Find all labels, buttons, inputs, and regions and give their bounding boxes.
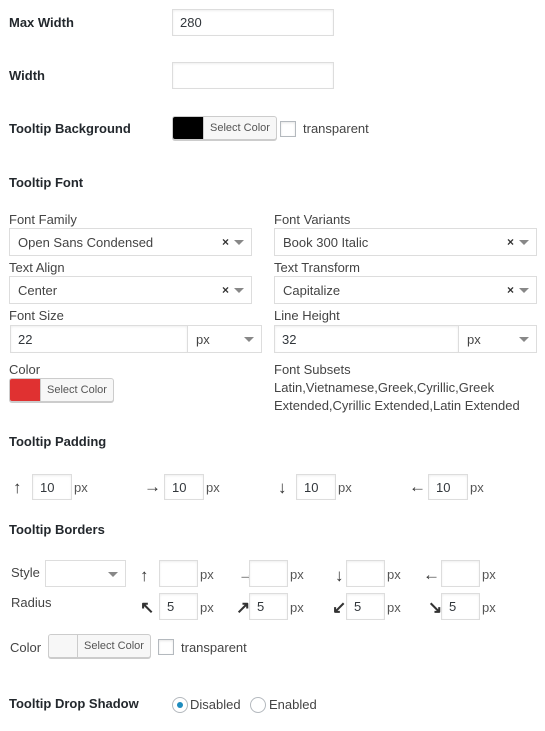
- shadow-enabled-radio[interactable]: [250, 697, 266, 713]
- shadow-disabled-radio[interactable]: [172, 697, 188, 713]
- text-align-select[interactable]: Center ×: [9, 276, 252, 304]
- width-input[interactable]: [172, 62, 334, 89]
- clear-icon[interactable]: ×: [507, 283, 514, 297]
- unit-label: px: [290, 600, 304, 615]
- background-transparent-checkbox[interactable]: [280, 121, 296, 137]
- radius-bottom-right-input[interactable]: 5: [441, 593, 480, 620]
- color-swatch: [173, 117, 204, 139]
- width-label: Width: [9, 68, 45, 83]
- select-color-button[interactable]: Select Color: [204, 117, 276, 139]
- color-swatch: [49, 635, 78, 657]
- font-variants-select[interactable]: Book 300 Italic ×: [274, 228, 537, 256]
- arrow-down-icon: ↓: [335, 566, 344, 585]
- border-top-input[interactable]: [159, 560, 198, 587]
- font-family-value: Open Sans Condensed: [18, 234, 154, 250]
- border-style-label: Style: [11, 565, 40, 580]
- font-subsets-line2: Extended,Cyrillic Extended,Latin Extende…: [274, 398, 520, 413]
- border-color-label: Color: [10, 640, 42, 655]
- font-size-input[interactable]: 22: [10, 325, 188, 353]
- padding-right-input[interactable]: 10: [164, 474, 204, 500]
- color-swatch: [10, 379, 41, 401]
- chevron-down-icon: [234, 288, 244, 293]
- unit-label: px: [290, 567, 304, 582]
- text-align-label: Text Align: [9, 260, 65, 275]
- font-variants-label: Font Variants: [274, 212, 351, 227]
- tooltip-drop-shadow-label: Tooltip Drop Shadow: [9, 696, 139, 711]
- unit-label: px: [387, 600, 401, 615]
- unit-label: px: [200, 600, 214, 615]
- chevron-down-icon: [519, 240, 529, 245]
- unit-label: px: [338, 480, 352, 495]
- select-color-button[interactable]: Select Color: [41, 379, 113, 401]
- arrow-down-icon: ↓: [278, 478, 287, 497]
- border-bottom-input[interactable]: [346, 560, 385, 587]
- shadow-disabled-label: Disabled: [190, 697, 241, 712]
- font-family-label: Font Family: [9, 212, 77, 227]
- unit-value: px: [196, 331, 210, 347]
- font-size-unit-select[interactable]: px: [187, 325, 262, 353]
- radius-top-right-input[interactable]: 5: [249, 593, 288, 620]
- arrow-down-left-icon: ↙: [332, 598, 347, 617]
- padding-bottom-input[interactable]: 10: [296, 474, 336, 500]
- unit-label: px: [387, 567, 401, 582]
- chevron-down-icon: [244, 337, 254, 342]
- font-size-label: Font Size: [9, 308, 64, 323]
- padding-top-input[interactable]: 10: [32, 474, 72, 500]
- arrow-left-icon: ←: [409, 477, 426, 496]
- border-style-select[interactable]: [45, 560, 126, 587]
- unit-label: px: [482, 567, 496, 582]
- radius-top-left-input[interactable]: 5: [159, 593, 198, 620]
- background-color-picker[interactable]: Select Color: [172, 116, 277, 140]
- border-transparent-checkbox[interactable]: [158, 639, 174, 655]
- max-width-input[interactable]: 280: [172, 9, 334, 36]
- select-color-button[interactable]: Select Color: [78, 635, 150, 657]
- max-width-label: Max Width: [9, 15, 74, 30]
- unit-value: px: [467, 331, 481, 347]
- font-color-picker[interactable]: Select Color: [9, 378, 114, 402]
- chevron-down-icon: [234, 240, 244, 245]
- line-height-input[interactable]: 32: [274, 325, 459, 353]
- border-left-input[interactable]: [441, 560, 480, 587]
- unit-label: px: [482, 600, 496, 615]
- radius-bottom-left-input[interactable]: 5: [346, 593, 385, 620]
- arrow-up-left-icon: ↖: [140, 598, 155, 617]
- line-height-label: Line Height: [274, 308, 340, 323]
- text-transform-select[interactable]: Capitalize ×: [274, 276, 537, 304]
- arrow-right-icon: →: [144, 477, 161, 496]
- border-color-picker[interactable]: Select Color: [48, 634, 151, 658]
- unit-label: px: [74, 480, 88, 495]
- arrow-up-icon: ↑: [13, 478, 22, 497]
- font-variants-value: Book 300 Italic: [283, 234, 369, 250]
- clear-icon[interactable]: ×: [222, 235, 229, 249]
- chevron-down-icon: [519, 337, 529, 342]
- tooltip-padding-heading: Tooltip Padding: [9, 434, 107, 449]
- font-subsets-label: Font Subsets: [274, 362, 351, 377]
- font-subsets-line1: Latin,Vietnamese,Greek,Cyrillic,Greek: [274, 380, 495, 395]
- text-align-value: Center: [18, 282, 58, 298]
- text-transform-value: Capitalize: [283, 282, 341, 298]
- border-right-input[interactable]: [249, 560, 288, 587]
- font-color-label: Color: [9, 362, 41, 377]
- chevron-down-icon: [519, 288, 529, 293]
- clear-icon[interactable]: ×: [222, 283, 229, 297]
- unit-label: px: [206, 480, 220, 495]
- unit-label: px: [200, 567, 214, 582]
- padding-left-input[interactable]: 10: [428, 474, 468, 500]
- tooltip-font-heading: Tooltip Font: [9, 175, 84, 190]
- line-height-unit-select[interactable]: px: [458, 325, 537, 353]
- arrow-up-icon: ↑: [140, 566, 149, 585]
- tooltip-borders-heading: Tooltip Borders: [9, 522, 105, 537]
- border-transparent-label: transparent: [181, 640, 247, 655]
- unit-label: px: [470, 480, 484, 495]
- chevron-down-icon: [108, 571, 118, 577]
- arrow-left-icon: ←: [423, 565, 440, 584]
- background-transparent-label: transparent: [303, 121, 369, 136]
- tooltip-background-label: Tooltip Background: [9, 121, 131, 136]
- text-transform-label: Text Transform: [274, 260, 360, 275]
- border-radius-label: Radius: [11, 595, 52, 610]
- clear-icon[interactable]: ×: [507, 235, 514, 249]
- font-family-select[interactable]: Open Sans Condensed ×: [9, 228, 252, 256]
- shadow-enabled-label: Enabled: [269, 697, 317, 712]
